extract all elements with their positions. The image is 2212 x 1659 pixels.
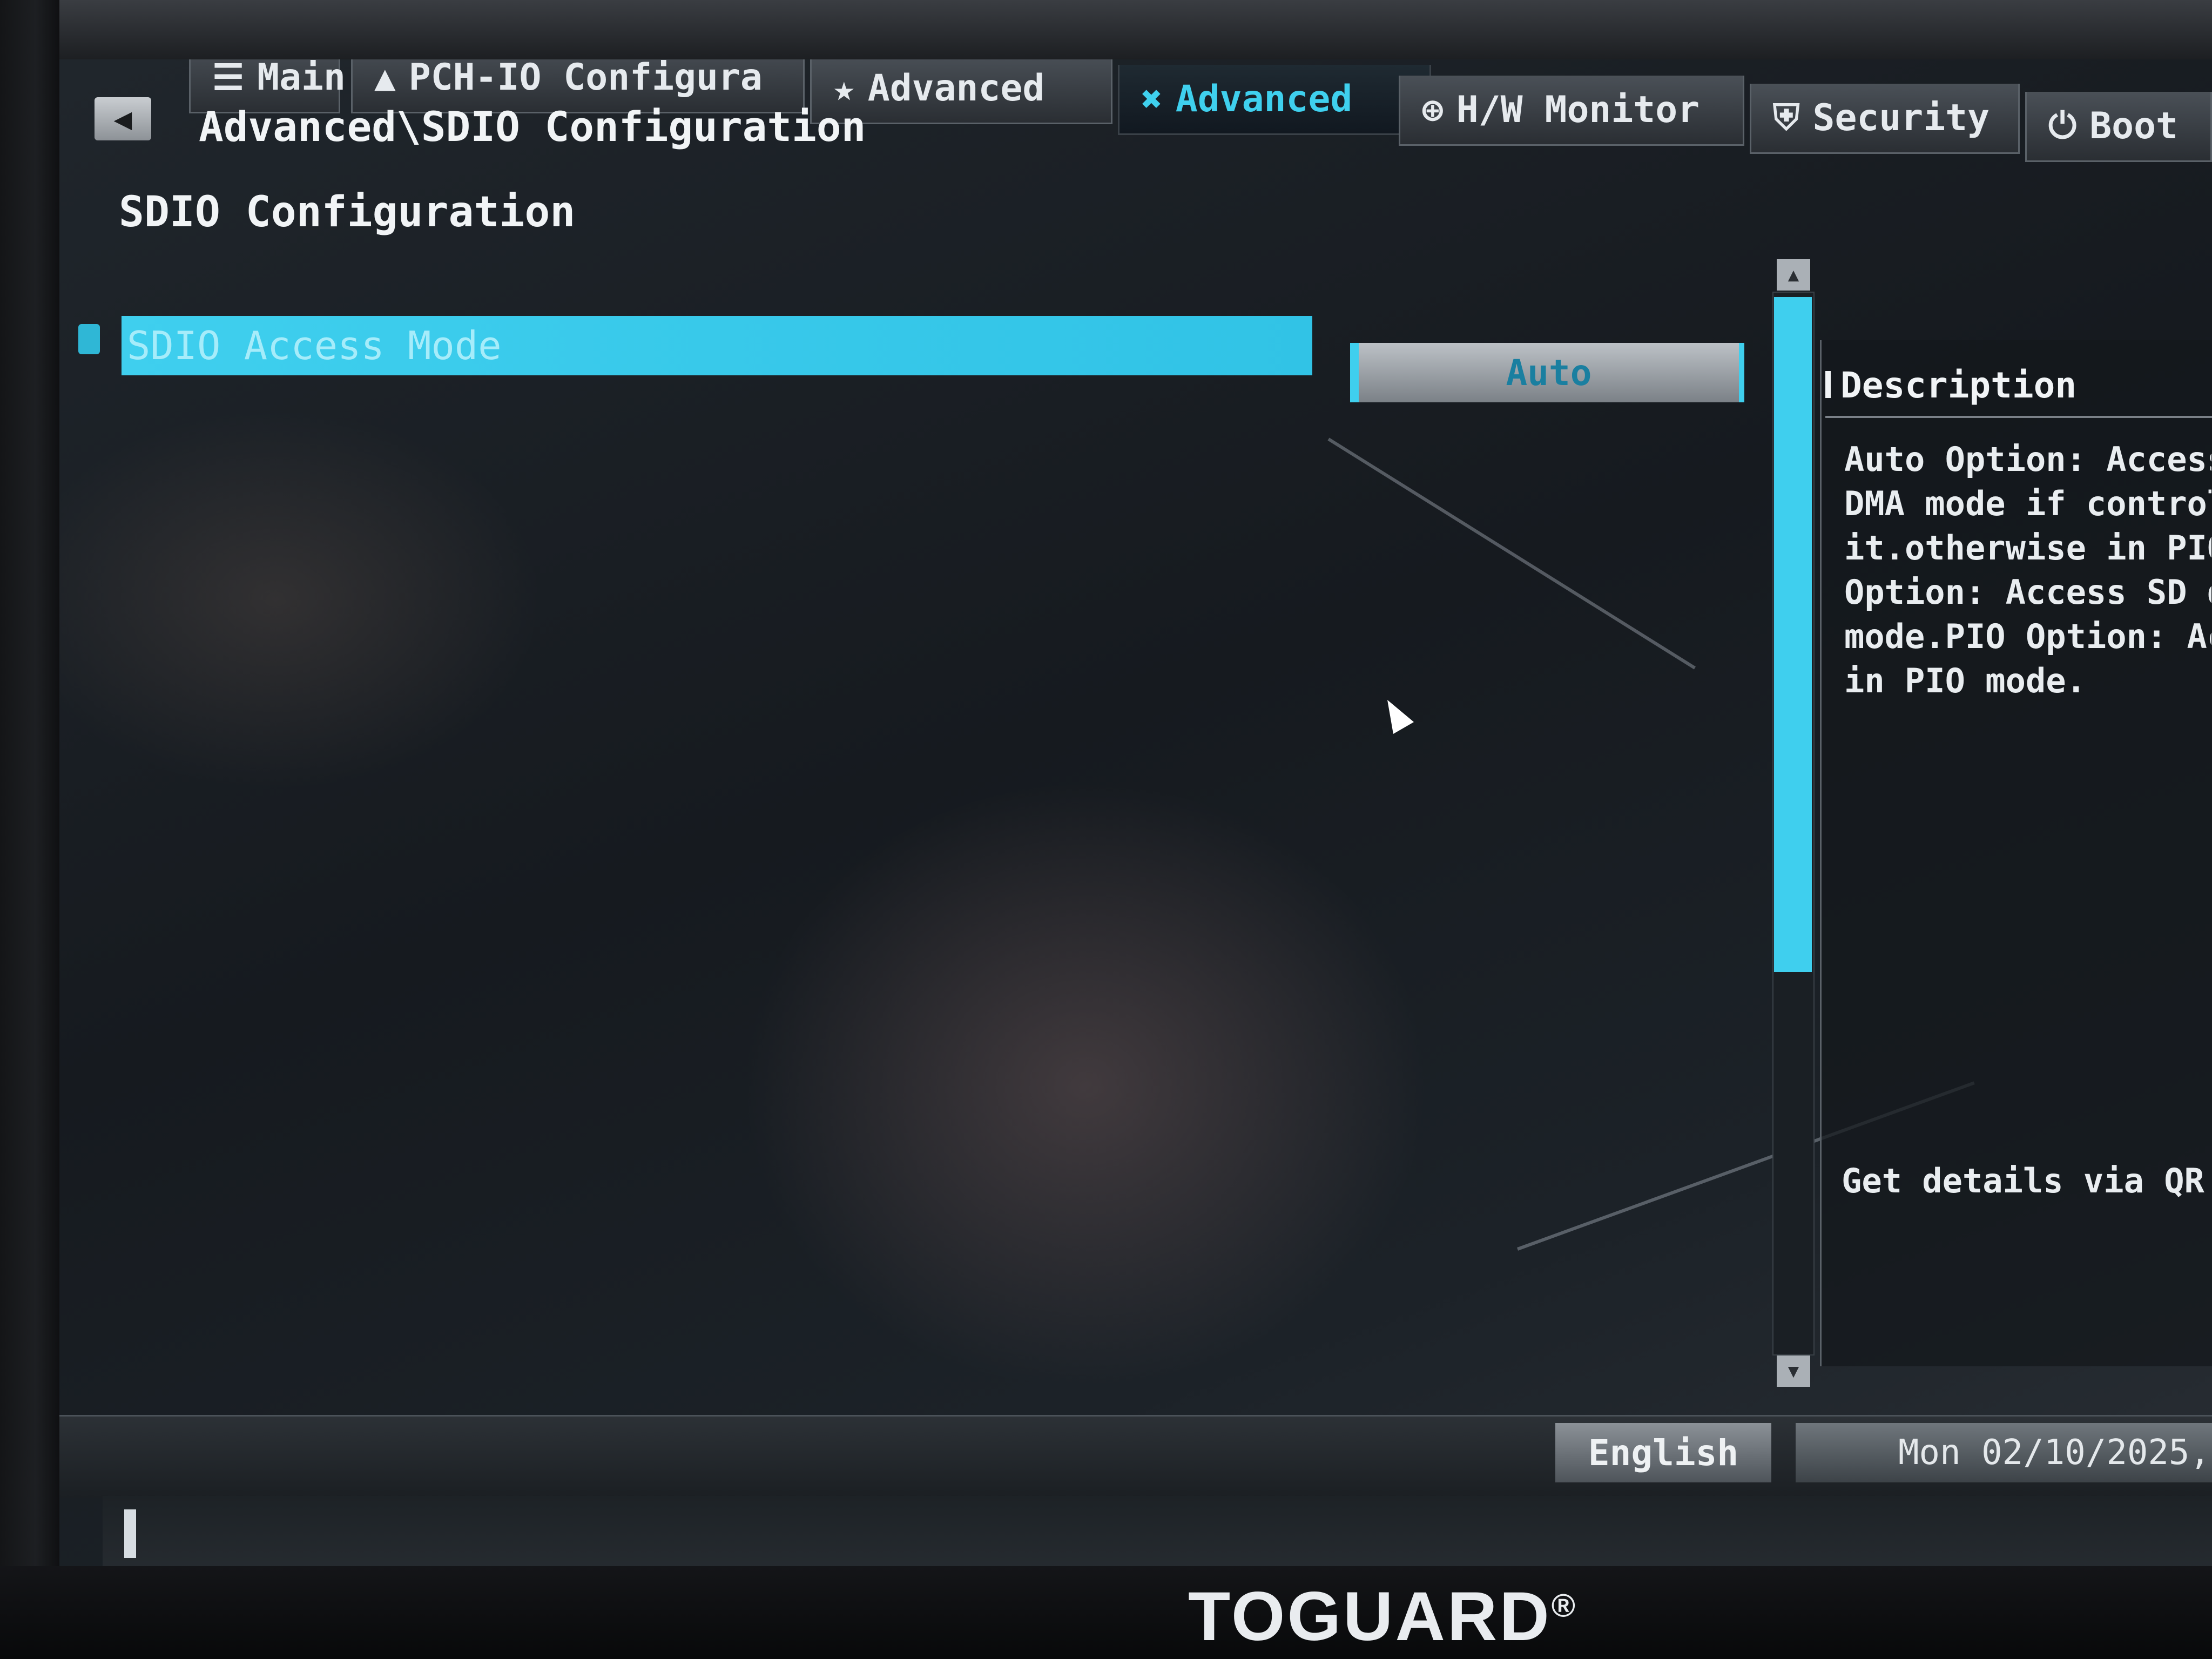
shield-icon: ⛨ <box>1773 97 1800 138</box>
page-title: SDIO Configuration <box>119 188 576 237</box>
tab-label: Advanced <box>1175 78 1353 120</box>
tab-label: Advanced <box>867 67 1045 110</box>
description-line: Auto Option: Access S <box>1844 440 2211 479</box>
monitor-bezel-left <box>0 0 59 1659</box>
description-line: in PIO mode. <box>1844 661 2086 700</box>
tab-label: Boot <box>2089 105 2178 147</box>
scrollbar-thumb[interactable] <box>1774 297 1812 972</box>
row-indicator-icon <box>78 324 100 354</box>
arrow-up-icon: ▲ <box>1788 264 1799 286</box>
tab-label: PCH-IO Configura <box>408 59 763 99</box>
status-indicator <box>124 1509 136 1558</box>
setting-label: SDIO Access Mode <box>127 323 502 368</box>
scroll-up-button[interactable]: ▲ <box>1777 259 1810 291</box>
datetime-display: Mon 02/10/2025, 16 <box>1796 1423 2212 1482</box>
tab-hw-monitor[interactable]: ⊕ H/W Monitor <box>1399 76 1744 146</box>
qr-details-text: Get details via QR coo <box>1842 1161 2212 1201</box>
description-line: DMA mode if controlle <box>1844 484 2211 523</box>
tab-security[interactable]: ⛨ Security <box>1750 84 2020 154</box>
tab-label: H/W Monitor <box>1456 89 1700 131</box>
language-label: English <box>1588 1432 1739 1474</box>
description-text: Auto Option: Access S DMA mode if contro… <box>1844 437 2211 772</box>
power-icon: ⏻ <box>2048 105 2077 146</box>
setting-row-sdio-access-mode[interactable]: SDIO Access Mode <box>122 316 1312 375</box>
description-header: Description <box>1825 365 2077 406</box>
chip-icon: ▲ <box>374 59 396 98</box>
description-line: mode.PIO Option: Acce <box>1844 617 2211 656</box>
tab-advanced[interactable]: ✖ Advanced <box>1118 65 1431 135</box>
monitor-icon: ⊕ <box>1422 89 1444 131</box>
description-line: it.otherwise in PIO m <box>1844 528 2211 568</box>
registered-mark: ® <box>1551 1587 1577 1624</box>
description-line: Option: Access SD dev <box>1844 572 2211 612</box>
bios-screen: ☰ Main ▲ PCH-IO Configura ★ Advanced ✖ A… <box>59 59 2212 1572</box>
tools-icon: ✖ <box>1141 78 1163 120</box>
setting-value: Auto <box>1506 352 1592 394</box>
tab-label: Main <box>257 59 346 99</box>
glare-streak <box>1327 437 1696 670</box>
monitor-bezel-bottom <box>0 1566 2212 1659</box>
tab-boot[interactable]: ⏻ Boot <box>2025 92 2212 162</box>
setting-value-dropdown[interactable]: Auto <box>1350 343 1744 402</box>
language-button[interactable]: English <box>1555 1423 1771 1482</box>
description-divider <box>1825 416 2212 418</box>
tab-label: Security <box>1812 97 1990 139</box>
status-bar <box>103 1496 2212 1572</box>
scroll-down-button[interactable]: ▼ <box>1777 1355 1810 1387</box>
breadcrumb: Advanced\SDIO Configuration <box>199 103 866 151</box>
monitor-logo: TOGUARD® <box>1188 1577 1577 1656</box>
arrow-left-icon: ◀ <box>113 101 132 137</box>
brand-name: TOGUARD <box>1188 1578 1552 1655</box>
list-icon: ☰ <box>212 59 245 98</box>
mouse-cursor-icon <box>1377 694 1414 734</box>
arrow-down-icon: ▼ <box>1788 1360 1799 1382</box>
back-button[interactable]: ◀ <box>95 97 151 140</box>
monitor-bezel-top <box>0 0 2212 65</box>
datetime-text: Mon 02/10/2025, 16 <box>1898 1433 2212 1473</box>
